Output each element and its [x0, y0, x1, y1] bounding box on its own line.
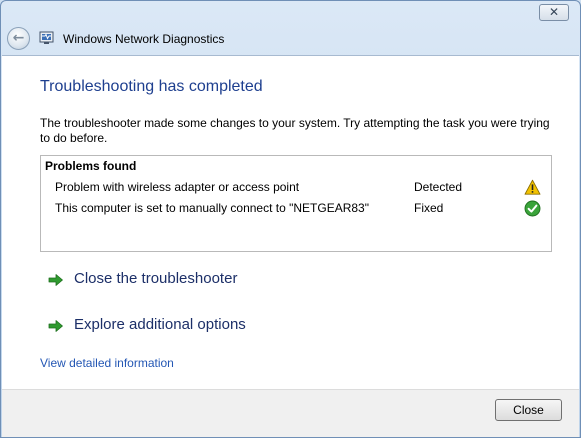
- page-title: Troubleshooting has completed: [40, 78, 263, 95]
- green-arrow-icon: [48, 320, 63, 332]
- window-title: Windows Network Diagnostics: [63, 32, 225, 46]
- back-button[interactable]: ←: [7, 27, 30, 50]
- diagnostics-window: ✕ ← Windows Network Diagnostics Troubles…: [0, 0, 581, 438]
- green-arrow-icon: [48, 274, 63, 286]
- title-bar: ✕ ← Windows Network Diagnostics: [1, 1, 580, 55]
- problems-title: Problems found: [45, 159, 137, 173]
- problem-row: Problem with wireless adapter or access …: [41, 179, 551, 199]
- close-troubleshooter-label[interactable]: Close the troubleshooter: [74, 270, 237, 287]
- problem-description: Problem with wireless adapter or access …: [55, 180, 300, 194]
- description-text: The troubleshooter made some changes to …: [40, 116, 550, 145]
- check-icon: [524, 200, 541, 217]
- content-panel: Troubleshooting has completed The troubl…: [2, 55, 579, 389]
- close-button[interactable]: Close: [495, 399, 562, 421]
- view-detailed-information-link[interactable]: View detailed information: [40, 356, 174, 370]
- footer-bar: Close: [2, 389, 579, 437]
- problem-row: This computer is set to manually connect…: [41, 200, 551, 220]
- window-close-button[interactable]: ✕: [539, 4, 569, 21]
- warning-icon: [524, 179, 541, 195]
- problem-status: Fixed: [414, 201, 444, 215]
- network-diagnostics-icon: [39, 31, 54, 44]
- problem-status: Detected: [414, 180, 463, 194]
- explore-options-label[interactable]: Explore additional options: [74, 316, 246, 333]
- problems-found-box: Problems found Problem with wireless ada…: [40, 155, 552, 252]
- problem-description: This computer is set to manually connect…: [55, 201, 369, 215]
